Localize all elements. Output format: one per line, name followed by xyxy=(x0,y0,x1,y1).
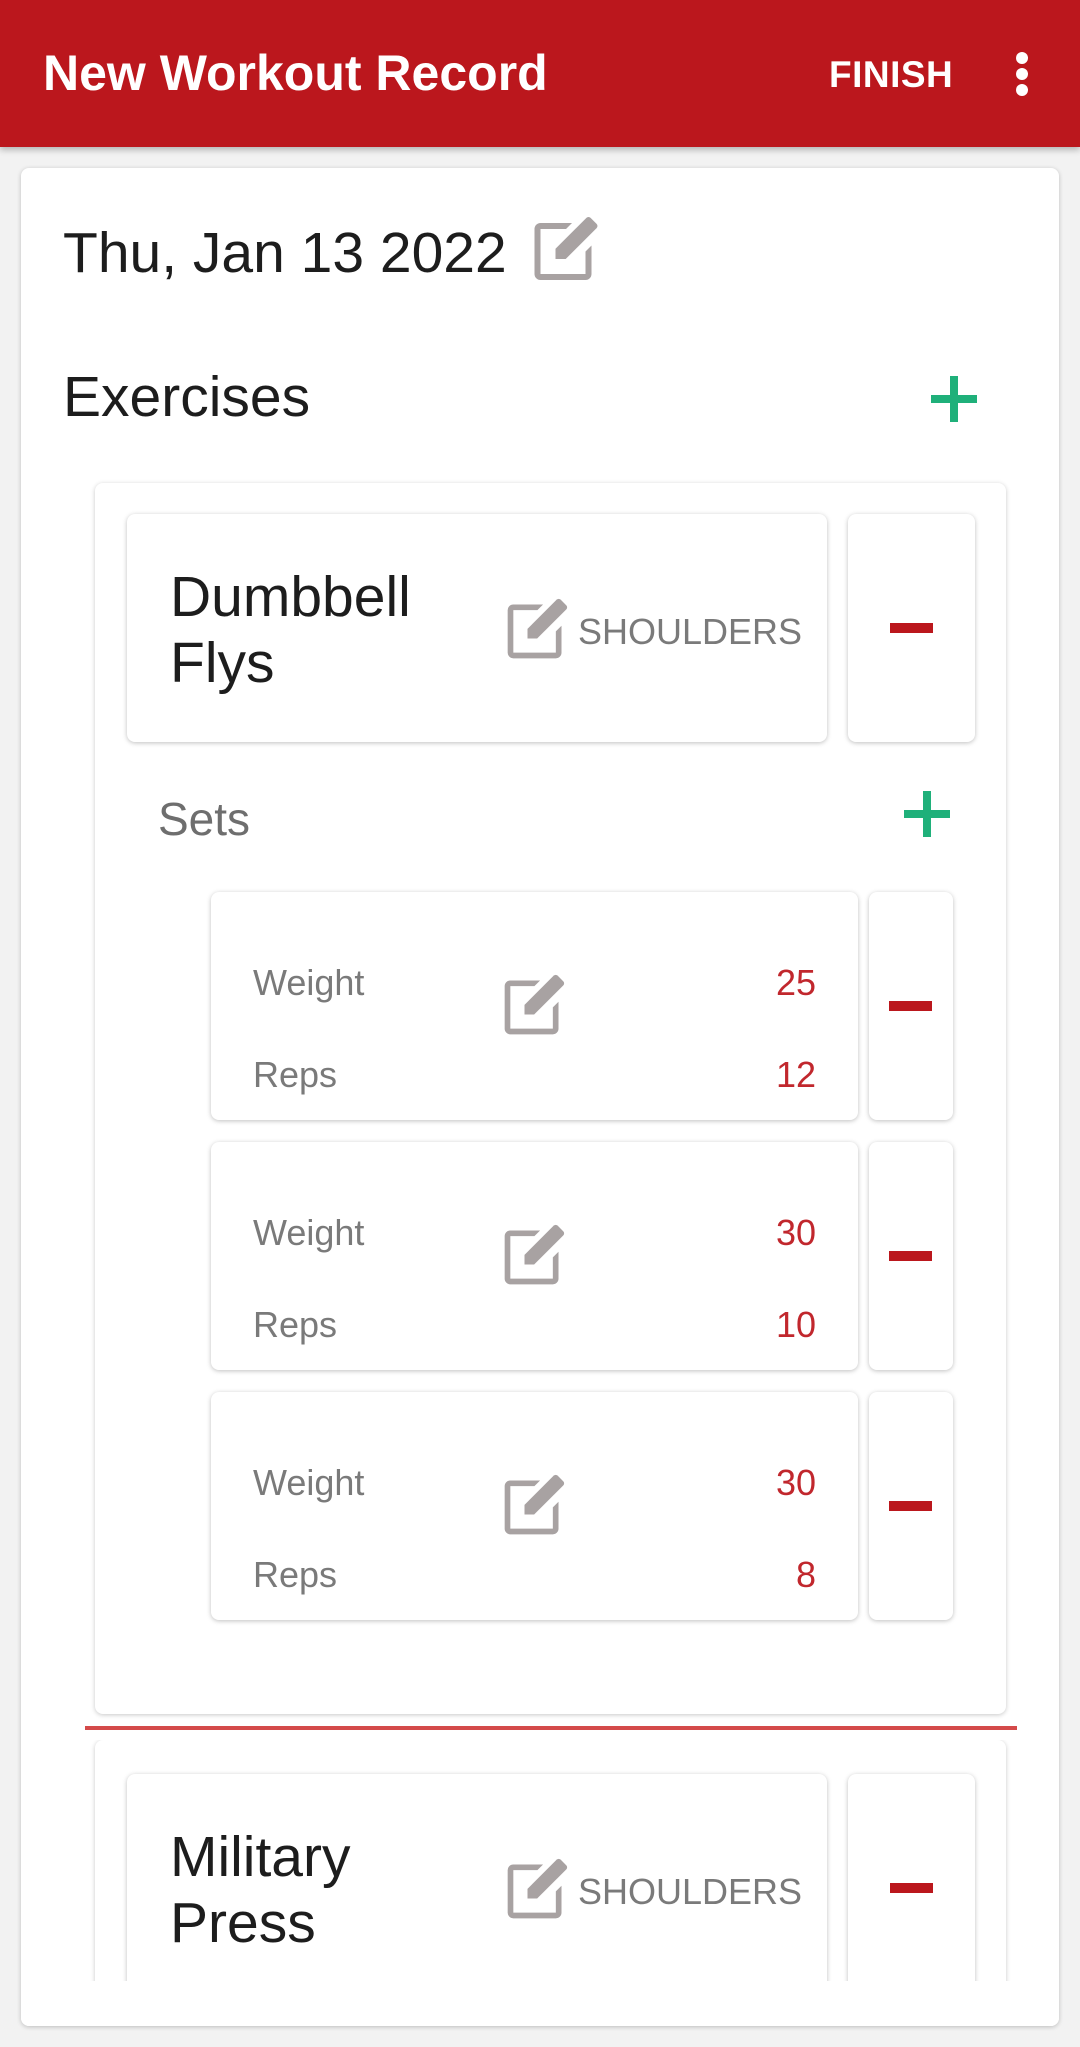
reps-value: 10 xyxy=(775,1304,816,1345)
weight-value: 30 xyxy=(775,1212,816,1253)
page-title: New Workout Record xyxy=(43,45,548,101)
edit-icon[interactable] xyxy=(497,972,569,1040)
remove-exercise-button[interactable] xyxy=(848,1774,975,2002)
exercise-name-card: Military Press SHOULDERS xyxy=(127,1774,827,2002)
edit-icon[interactable] xyxy=(500,1856,572,1924)
edit-icon[interactable] xyxy=(497,1472,569,1540)
exercises-heading: Exercises xyxy=(63,365,311,429)
edit-icon[interactable] xyxy=(497,1222,569,1290)
reps-label: Reps xyxy=(253,1554,338,1595)
remove-set-button[interactable] xyxy=(869,1142,953,1370)
exercise-divider xyxy=(85,1726,1017,1730)
workout-date: Thu, Jan 13 2022 xyxy=(63,221,507,285)
reps-value: 8 xyxy=(795,1554,816,1595)
finish-button[interactable]: FINISH xyxy=(829,54,953,96)
weight-label: Weight xyxy=(253,1212,365,1253)
add-set-button[interactable] xyxy=(904,791,950,837)
edit-icon[interactable] xyxy=(500,596,572,664)
set-card: Weight 30 Reps 8 xyxy=(211,1392,858,1620)
minus-icon xyxy=(889,1251,932,1261)
more-vert-icon[interactable] xyxy=(1002,48,1042,100)
reps-value: 12 xyxy=(775,1054,816,1095)
sets-heading: Sets xyxy=(158,793,251,845)
remove-exercise-button[interactable] xyxy=(848,514,975,742)
exercise-name: Dumbbell Flys xyxy=(170,565,411,695)
weight-label: Weight xyxy=(253,1462,365,1503)
add-exercise-button[interactable] xyxy=(931,376,977,422)
weight-value: 30 xyxy=(775,1462,816,1503)
muscle-group-label: SHOULDERS xyxy=(578,611,803,652)
minus-icon xyxy=(890,1883,933,1893)
exercise-name: Military Press xyxy=(170,1825,351,1955)
minus-icon xyxy=(889,1501,932,1511)
weight-value: 25 xyxy=(775,962,816,1003)
minus-icon xyxy=(889,1001,932,1011)
exercise-list-viewport[interactable]: Military Press SHOULDERS xyxy=(0,1740,1080,2010)
muscle-group-label: SHOULDERS xyxy=(578,1871,803,1912)
card-footer xyxy=(21,1981,1059,2026)
reps-label: Reps xyxy=(253,1304,338,1345)
exercise-name-card: Dumbbell Flys SHOULDERS xyxy=(127,514,827,742)
reps-label: Reps xyxy=(253,1054,338,1095)
remove-set-button[interactable] xyxy=(869,1392,953,1620)
set-card: Weight 25 Reps 12 xyxy=(211,892,858,1120)
set-card: Weight 30 Reps 10 xyxy=(211,1142,858,1370)
edit-icon[interactable] xyxy=(527,214,602,286)
weight-label: Weight xyxy=(253,962,365,1003)
app-bar: New Workout Record FINISH xyxy=(0,0,1080,147)
minus-icon xyxy=(890,623,933,633)
remove-set-button[interactable] xyxy=(869,892,953,1120)
